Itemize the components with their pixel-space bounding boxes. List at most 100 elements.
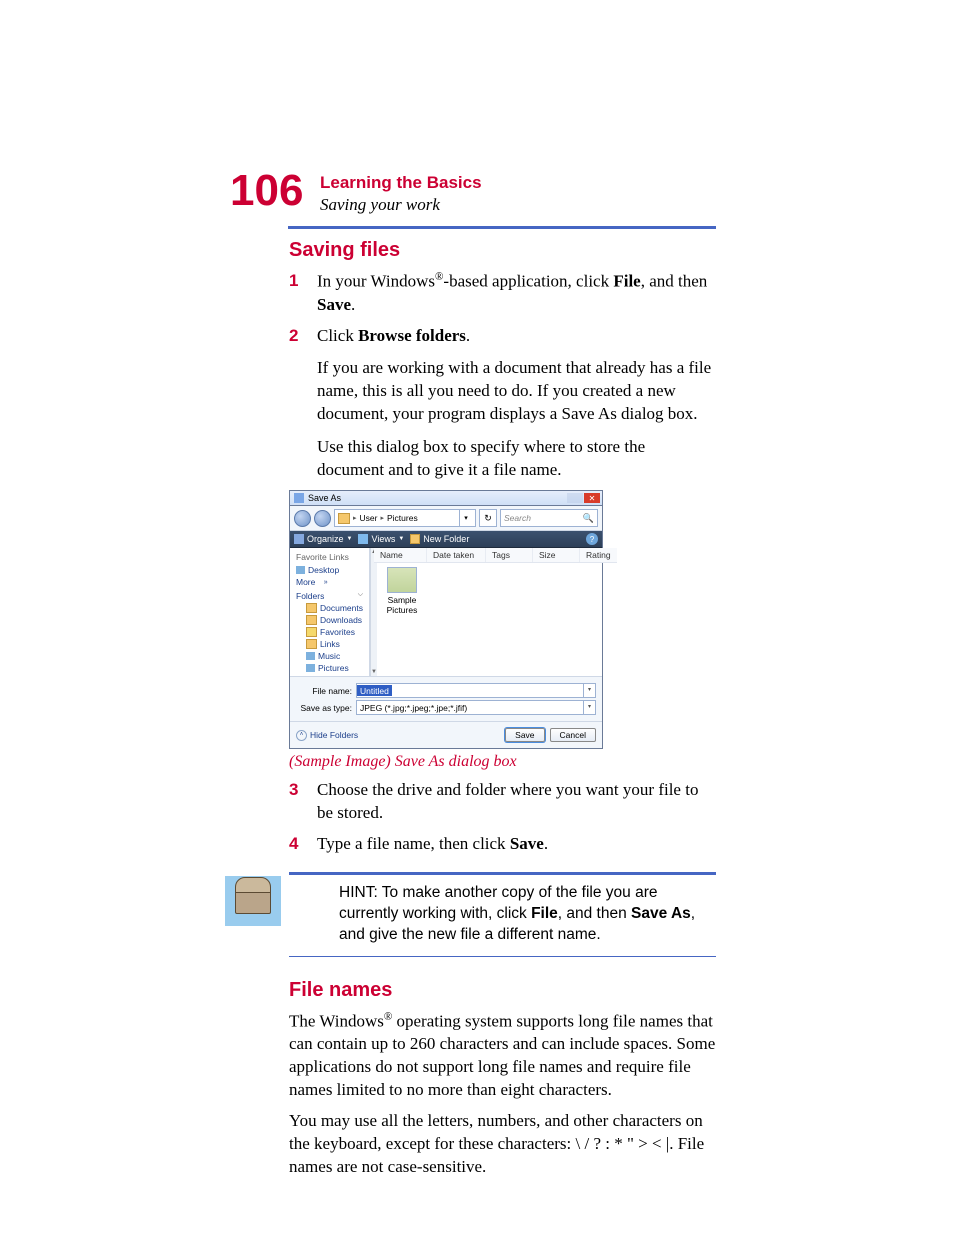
file-sample-pictures[interactable]: Sample Pictures [374, 563, 430, 619]
col-size[interactable]: Size [533, 548, 580, 562]
step-2-para3: Use this dialog box to specify where to … [317, 436, 716, 482]
dialog-titlebar[interactable]: Save As ✕ [290, 491, 602, 506]
save-type-label: Save as type: [296, 703, 356, 713]
search-placeholder: Search [504, 513, 531, 523]
file-name-input[interactable]: Untitled ▾ [356, 683, 596, 698]
dialog-footer: ˄ Hide Folders Save Cancel [290, 721, 602, 748]
folder-icon [338, 513, 350, 524]
step-1: 1 In your Windows®-based application, cl… [289, 270, 716, 317]
tree-music[interactable]: Music [290, 650, 369, 662]
tree-pictures[interactable]: Pictures [290, 662, 369, 674]
tree-links[interactable]: Links [290, 638, 369, 650]
folders-header[interactable]: Folders⌵ [290, 588, 369, 602]
refresh-button[interactable]: ↻ [479, 509, 497, 527]
heading-saving-files: Saving files [289, 239, 716, 262]
treasure-chest-icon [235, 888, 271, 914]
tree-downloads[interactable]: Downloads [290, 614, 369, 626]
fav-more[interactable]: More » [290, 576, 369, 588]
folder-icon [306, 603, 317, 613]
thumbnail-icon [387, 567, 417, 593]
file-names-para1: The Windows® operating system supports l… [289, 1010, 716, 1102]
col-name[interactable]: Name [374, 548, 427, 562]
steps-list: 1 In your Windows®-based application, cl… [289, 270, 716, 482]
nav-forward-button[interactable] [314, 510, 331, 527]
nav-back-button[interactable] [294, 510, 311, 527]
file-fields: File name: Untitled ▾ Save as type: JPEG… [290, 676, 602, 721]
hint-bottom-rule [289, 956, 716, 957]
file-list-area: Name Date taken Tags Size Rating Sample … [374, 548, 617, 676]
hint-text: HINT: To make another copy of the file y… [339, 883, 716, 946]
step-2: 2 Click Browse folders. If you are worki… [289, 325, 716, 483]
step-3-text: Choose the drive and folder where you wa… [317, 779, 716, 825]
breadcrumb-user[interactable]: User [360, 513, 378, 523]
dialog-toolbar: Organize▼ Views▼ New Folder ? [290, 531, 602, 548]
address-bar[interactable]: ▸ User ▸ Pictures ▾ [334, 509, 476, 527]
figure-caption: (Sample Image) Save As dialog box [289, 753, 716, 771]
cancel-button[interactable]: Cancel [550, 728, 596, 742]
favorites-icon [306, 627, 317, 637]
step-2-line1: Click Browse folders. [317, 325, 716, 348]
column-headers: Name Date taken Tags Size Rating [374, 548, 617, 563]
app-icon [294, 493, 304, 503]
hide-folders-link[interactable]: ˄ Hide Folders [296, 730, 358, 741]
address-dropdown-icon[interactable]: ▾ [459, 510, 472, 526]
breadcrumb-sep-icon: ▸ [353, 514, 357, 522]
collapse-icon: ˄ [296, 730, 307, 741]
step-number: 4 [289, 833, 317, 856]
views-icon [358, 534, 368, 544]
col-rating[interactable]: Rating [580, 548, 617, 562]
hint-top-rule [289, 872, 716, 875]
file-name-label: File name: [296, 686, 356, 696]
fav-desktop[interactable]: Desktop [290, 564, 369, 576]
page-header: 106 Learning the Basics Saving your work [230, 175, 716, 216]
music-icon [306, 652, 315, 660]
breadcrumb-sep-icon: ▸ [380, 514, 384, 522]
new-folder-icon [410, 534, 420, 544]
col-tags[interactable]: Tags [486, 548, 533, 562]
more-arrows-icon: » [324, 579, 327, 586]
search-input[interactable]: Search 🔍 [500, 509, 598, 527]
step-3: 3 Choose the drive and folder where you … [289, 779, 716, 825]
folder-icon [306, 615, 317, 625]
hint-icon [225, 876, 281, 926]
step-1-text: In your Windows®-based application, clic… [317, 270, 716, 317]
close-button[interactable]: ✕ [584, 493, 600, 503]
chevron-down-icon: ⌵ [358, 591, 363, 601]
steps-list-cont: 3 Choose the drive and folder where you … [289, 779, 716, 856]
tree-documents[interactable]: Documents [290, 602, 369, 614]
help-button[interactable]: ? [586, 533, 598, 545]
chevron-down-icon: ▼ [347, 536, 353, 542]
save-button[interactable]: Save [505, 728, 544, 742]
new-folder-button[interactable]: New Folder [410, 534, 469, 544]
search-icon: 🔍 [583, 513, 594, 524]
organize-icon [294, 534, 304, 544]
pictures-icon [306, 664, 315, 672]
folder-icon [306, 639, 317, 649]
step-number: 1 [289, 270, 317, 317]
dialog-title: Save As [308, 493, 341, 503]
dropdown-icon[interactable]: ▾ [583, 701, 595, 714]
step-number: 3 [289, 779, 317, 825]
tree-favorites[interactable]: Favorites [290, 626, 369, 638]
step-number: 2 [289, 325, 317, 483]
desktop-icon [296, 566, 305, 574]
organize-button[interactable]: Organize▼ [294, 534, 352, 544]
favorite-links-header: Favorite Links [290, 548, 369, 564]
minimize-button[interactable] [567, 493, 583, 503]
views-button[interactable]: Views▼ [358, 534, 404, 544]
navigation-pane: Favorite Links Desktop More » Folders⌵ D… [290, 548, 370, 676]
step-4-text: Type a file name, then click Save. [317, 833, 716, 856]
section-title: Saving your work [320, 194, 716, 216]
breadcrumb-pictures[interactable]: Pictures [387, 513, 418, 523]
page-number: 106 [230, 169, 303, 213]
save-type-select[interactable]: JPEG (*.jpg;*.jpeg;*.jpe;*.jfif) ▾ [356, 700, 596, 715]
dropdown-icon[interactable]: ▾ [583, 684, 595, 697]
step-4: 4 Type a file name, then click Save. [289, 833, 716, 856]
step-2-para2: If you are working with a document that … [317, 357, 716, 426]
chapter-title: Learning the Basics [320, 172, 716, 194]
save-as-dialog: Save As ✕ ▸ User ▸ Pictures ▾ [289, 490, 603, 749]
file-names-para2: You may use all the letters, numbers, an… [289, 1110, 716, 1179]
col-date[interactable]: Date taken [427, 548, 486, 562]
heading-file-names: File names [289, 979, 716, 1002]
chevron-down-icon: ▼ [398, 536, 404, 542]
